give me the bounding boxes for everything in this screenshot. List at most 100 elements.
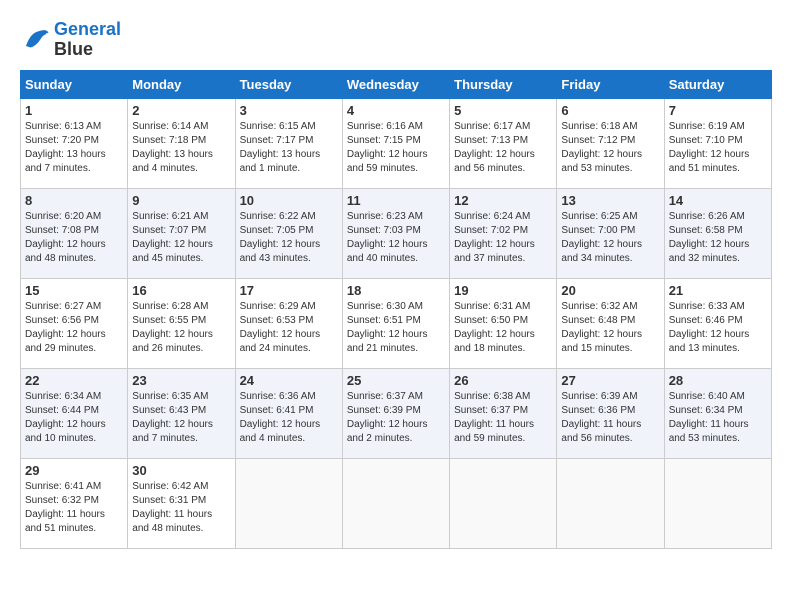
day-number: 28 (669, 373, 767, 388)
day-info: Sunrise: 6:28 AM Sunset: 6:55 PM Dayligh… (132, 300, 230, 356)
day-info: Sunrise: 6:31 AM Sunset: 6:50 PM Dayligh… (454, 300, 552, 356)
calendar-cell: 30 Sunrise: 6:42 AM Sunset: 6:31 PM Dayl… (128, 458, 235, 548)
day-info: Sunrise: 6:42 AM Sunset: 6:31 PM Dayligh… (132, 480, 230, 536)
day-number: 17 (240, 283, 338, 298)
day-info: Sunrise: 6:40 AM Sunset: 6:34 PM Dayligh… (669, 390, 767, 446)
day-number: 9 (132, 193, 230, 208)
day-number: 2 (132, 103, 230, 118)
day-number: 22 (25, 373, 123, 388)
calendar-cell: 21 Sunrise: 6:33 AM Sunset: 6:46 PM Dayl… (664, 278, 771, 368)
calendar-table: SundayMondayTuesdayWednesdayThursdayFrid… (20, 70, 772, 549)
column-header-sunday: Sunday (21, 70, 128, 98)
day-info: Sunrise: 6:32 AM Sunset: 6:48 PM Dayligh… (561, 300, 659, 356)
day-number: 5 (454, 103, 552, 118)
day-info: Sunrise: 6:19 AM Sunset: 7:10 PM Dayligh… (669, 120, 767, 176)
day-info: Sunrise: 6:14 AM Sunset: 7:18 PM Dayligh… (132, 120, 230, 176)
logo-icon (20, 25, 50, 55)
calendar-cell: 3 Sunrise: 6:15 AM Sunset: 7:17 PM Dayli… (235, 98, 342, 188)
day-info: Sunrise: 6:33 AM Sunset: 6:46 PM Dayligh… (669, 300, 767, 356)
day-number: 10 (240, 193, 338, 208)
day-info: Sunrise: 6:30 AM Sunset: 6:51 PM Dayligh… (347, 300, 445, 356)
day-number: 30 (132, 463, 230, 478)
day-number: 24 (240, 373, 338, 388)
calendar-cell: 25 Sunrise: 6:37 AM Sunset: 6:39 PM Dayl… (342, 368, 449, 458)
calendar-cell: 27 Sunrise: 6:39 AM Sunset: 6:36 PM Dayl… (557, 368, 664, 458)
calendar-week-4: 22 Sunrise: 6:34 AM Sunset: 6:44 PM Dayl… (21, 368, 772, 458)
column-header-tuesday: Tuesday (235, 70, 342, 98)
calendar-body: 1 Sunrise: 6:13 AM Sunset: 7:20 PM Dayli… (21, 98, 772, 548)
day-number: 19 (454, 283, 552, 298)
day-info: Sunrise: 6:15 AM Sunset: 7:17 PM Dayligh… (240, 120, 338, 176)
header-row: SundayMondayTuesdayWednesdayThursdayFrid… (21, 70, 772, 98)
calendar-week-2: 8 Sunrise: 6:20 AM Sunset: 7:08 PM Dayli… (21, 188, 772, 278)
calendar-cell: 15 Sunrise: 6:27 AM Sunset: 6:56 PM Dayl… (21, 278, 128, 368)
day-info: Sunrise: 6:21 AM Sunset: 7:07 PM Dayligh… (132, 210, 230, 266)
page-header: GeneralBlue (20, 20, 772, 60)
day-info: Sunrise: 6:24 AM Sunset: 7:02 PM Dayligh… (454, 210, 552, 266)
calendar-cell: 18 Sunrise: 6:30 AM Sunset: 6:51 PM Dayl… (342, 278, 449, 368)
day-number: 4 (347, 103, 445, 118)
day-number: 20 (561, 283, 659, 298)
day-number: 8 (25, 193, 123, 208)
day-number: 7 (669, 103, 767, 118)
calendar-cell: 12 Sunrise: 6:24 AM Sunset: 7:02 PM Dayl… (450, 188, 557, 278)
calendar-cell: 2 Sunrise: 6:14 AM Sunset: 7:18 PM Dayli… (128, 98, 235, 188)
column-header-thursday: Thursday (450, 70, 557, 98)
day-number: 29 (25, 463, 123, 478)
day-number: 16 (132, 283, 230, 298)
calendar-week-5: 29 Sunrise: 6:41 AM Sunset: 6:32 PM Dayl… (21, 458, 772, 548)
calendar-cell: 26 Sunrise: 6:38 AM Sunset: 6:37 PM Dayl… (450, 368, 557, 458)
calendar-cell (235, 458, 342, 548)
day-info: Sunrise: 6:34 AM Sunset: 6:44 PM Dayligh… (25, 390, 123, 446)
day-number: 23 (132, 373, 230, 388)
day-number: 13 (561, 193, 659, 208)
logo-name: GeneralBlue (54, 20, 121, 60)
day-number: 12 (454, 193, 552, 208)
calendar-cell: 23 Sunrise: 6:35 AM Sunset: 6:43 PM Dayl… (128, 368, 235, 458)
calendar-cell: 4 Sunrise: 6:16 AM Sunset: 7:15 PM Dayli… (342, 98, 449, 188)
column-header-wednesday: Wednesday (342, 70, 449, 98)
calendar-cell: 22 Sunrise: 6:34 AM Sunset: 6:44 PM Dayl… (21, 368, 128, 458)
calendar-cell: 19 Sunrise: 6:31 AM Sunset: 6:50 PM Dayl… (450, 278, 557, 368)
day-info: Sunrise: 6:36 AM Sunset: 6:41 PM Dayligh… (240, 390, 338, 446)
calendar-cell: 5 Sunrise: 6:17 AM Sunset: 7:13 PM Dayli… (450, 98, 557, 188)
day-number: 21 (669, 283, 767, 298)
calendar-cell: 13 Sunrise: 6:25 AM Sunset: 7:00 PM Dayl… (557, 188, 664, 278)
calendar-cell: 1 Sunrise: 6:13 AM Sunset: 7:20 PM Dayli… (21, 98, 128, 188)
day-number: 11 (347, 193, 445, 208)
day-info: Sunrise: 6:26 AM Sunset: 6:58 PM Dayligh… (669, 210, 767, 266)
column-header-saturday: Saturday (664, 70, 771, 98)
calendar-cell: 8 Sunrise: 6:20 AM Sunset: 7:08 PM Dayli… (21, 188, 128, 278)
day-number: 27 (561, 373, 659, 388)
calendar-cell: 29 Sunrise: 6:41 AM Sunset: 6:32 PM Dayl… (21, 458, 128, 548)
calendar-cell: 28 Sunrise: 6:40 AM Sunset: 6:34 PM Dayl… (664, 368, 771, 458)
day-info: Sunrise: 6:41 AM Sunset: 6:32 PM Dayligh… (25, 480, 123, 536)
calendar-cell: 20 Sunrise: 6:32 AM Sunset: 6:48 PM Dayl… (557, 278, 664, 368)
day-info: Sunrise: 6:17 AM Sunset: 7:13 PM Dayligh… (454, 120, 552, 176)
column-header-monday: Monday (128, 70, 235, 98)
calendar-cell: 16 Sunrise: 6:28 AM Sunset: 6:55 PM Dayl… (128, 278, 235, 368)
calendar-cell: 24 Sunrise: 6:36 AM Sunset: 6:41 PM Dayl… (235, 368, 342, 458)
day-info: Sunrise: 6:16 AM Sunset: 7:15 PM Dayligh… (347, 120, 445, 176)
day-info: Sunrise: 6:20 AM Sunset: 7:08 PM Dayligh… (25, 210, 123, 266)
calendar-week-1: 1 Sunrise: 6:13 AM Sunset: 7:20 PM Dayli… (21, 98, 772, 188)
day-number: 25 (347, 373, 445, 388)
day-info: Sunrise: 6:37 AM Sunset: 6:39 PM Dayligh… (347, 390, 445, 446)
day-info: Sunrise: 6:39 AM Sunset: 6:36 PM Dayligh… (561, 390, 659, 446)
day-number: 6 (561, 103, 659, 118)
day-info: Sunrise: 6:18 AM Sunset: 7:12 PM Dayligh… (561, 120, 659, 176)
day-number: 26 (454, 373, 552, 388)
calendar-cell: 6 Sunrise: 6:18 AM Sunset: 7:12 PM Dayli… (557, 98, 664, 188)
day-info: Sunrise: 6:23 AM Sunset: 7:03 PM Dayligh… (347, 210, 445, 266)
calendar-cell: 9 Sunrise: 6:21 AM Sunset: 7:07 PM Dayli… (128, 188, 235, 278)
calendar-cell: 17 Sunrise: 6:29 AM Sunset: 6:53 PM Dayl… (235, 278, 342, 368)
calendar-cell (557, 458, 664, 548)
day-info: Sunrise: 6:22 AM Sunset: 7:05 PM Dayligh… (240, 210, 338, 266)
calendar-cell: 10 Sunrise: 6:22 AM Sunset: 7:05 PM Dayl… (235, 188, 342, 278)
day-info: Sunrise: 6:25 AM Sunset: 7:00 PM Dayligh… (561, 210, 659, 266)
column-header-friday: Friday (557, 70, 664, 98)
calendar-week-3: 15 Sunrise: 6:27 AM Sunset: 6:56 PM Dayl… (21, 278, 772, 368)
calendar-header: SundayMondayTuesdayWednesdayThursdayFrid… (21, 70, 772, 98)
calendar-cell (664, 458, 771, 548)
calendar-cell (342, 458, 449, 548)
